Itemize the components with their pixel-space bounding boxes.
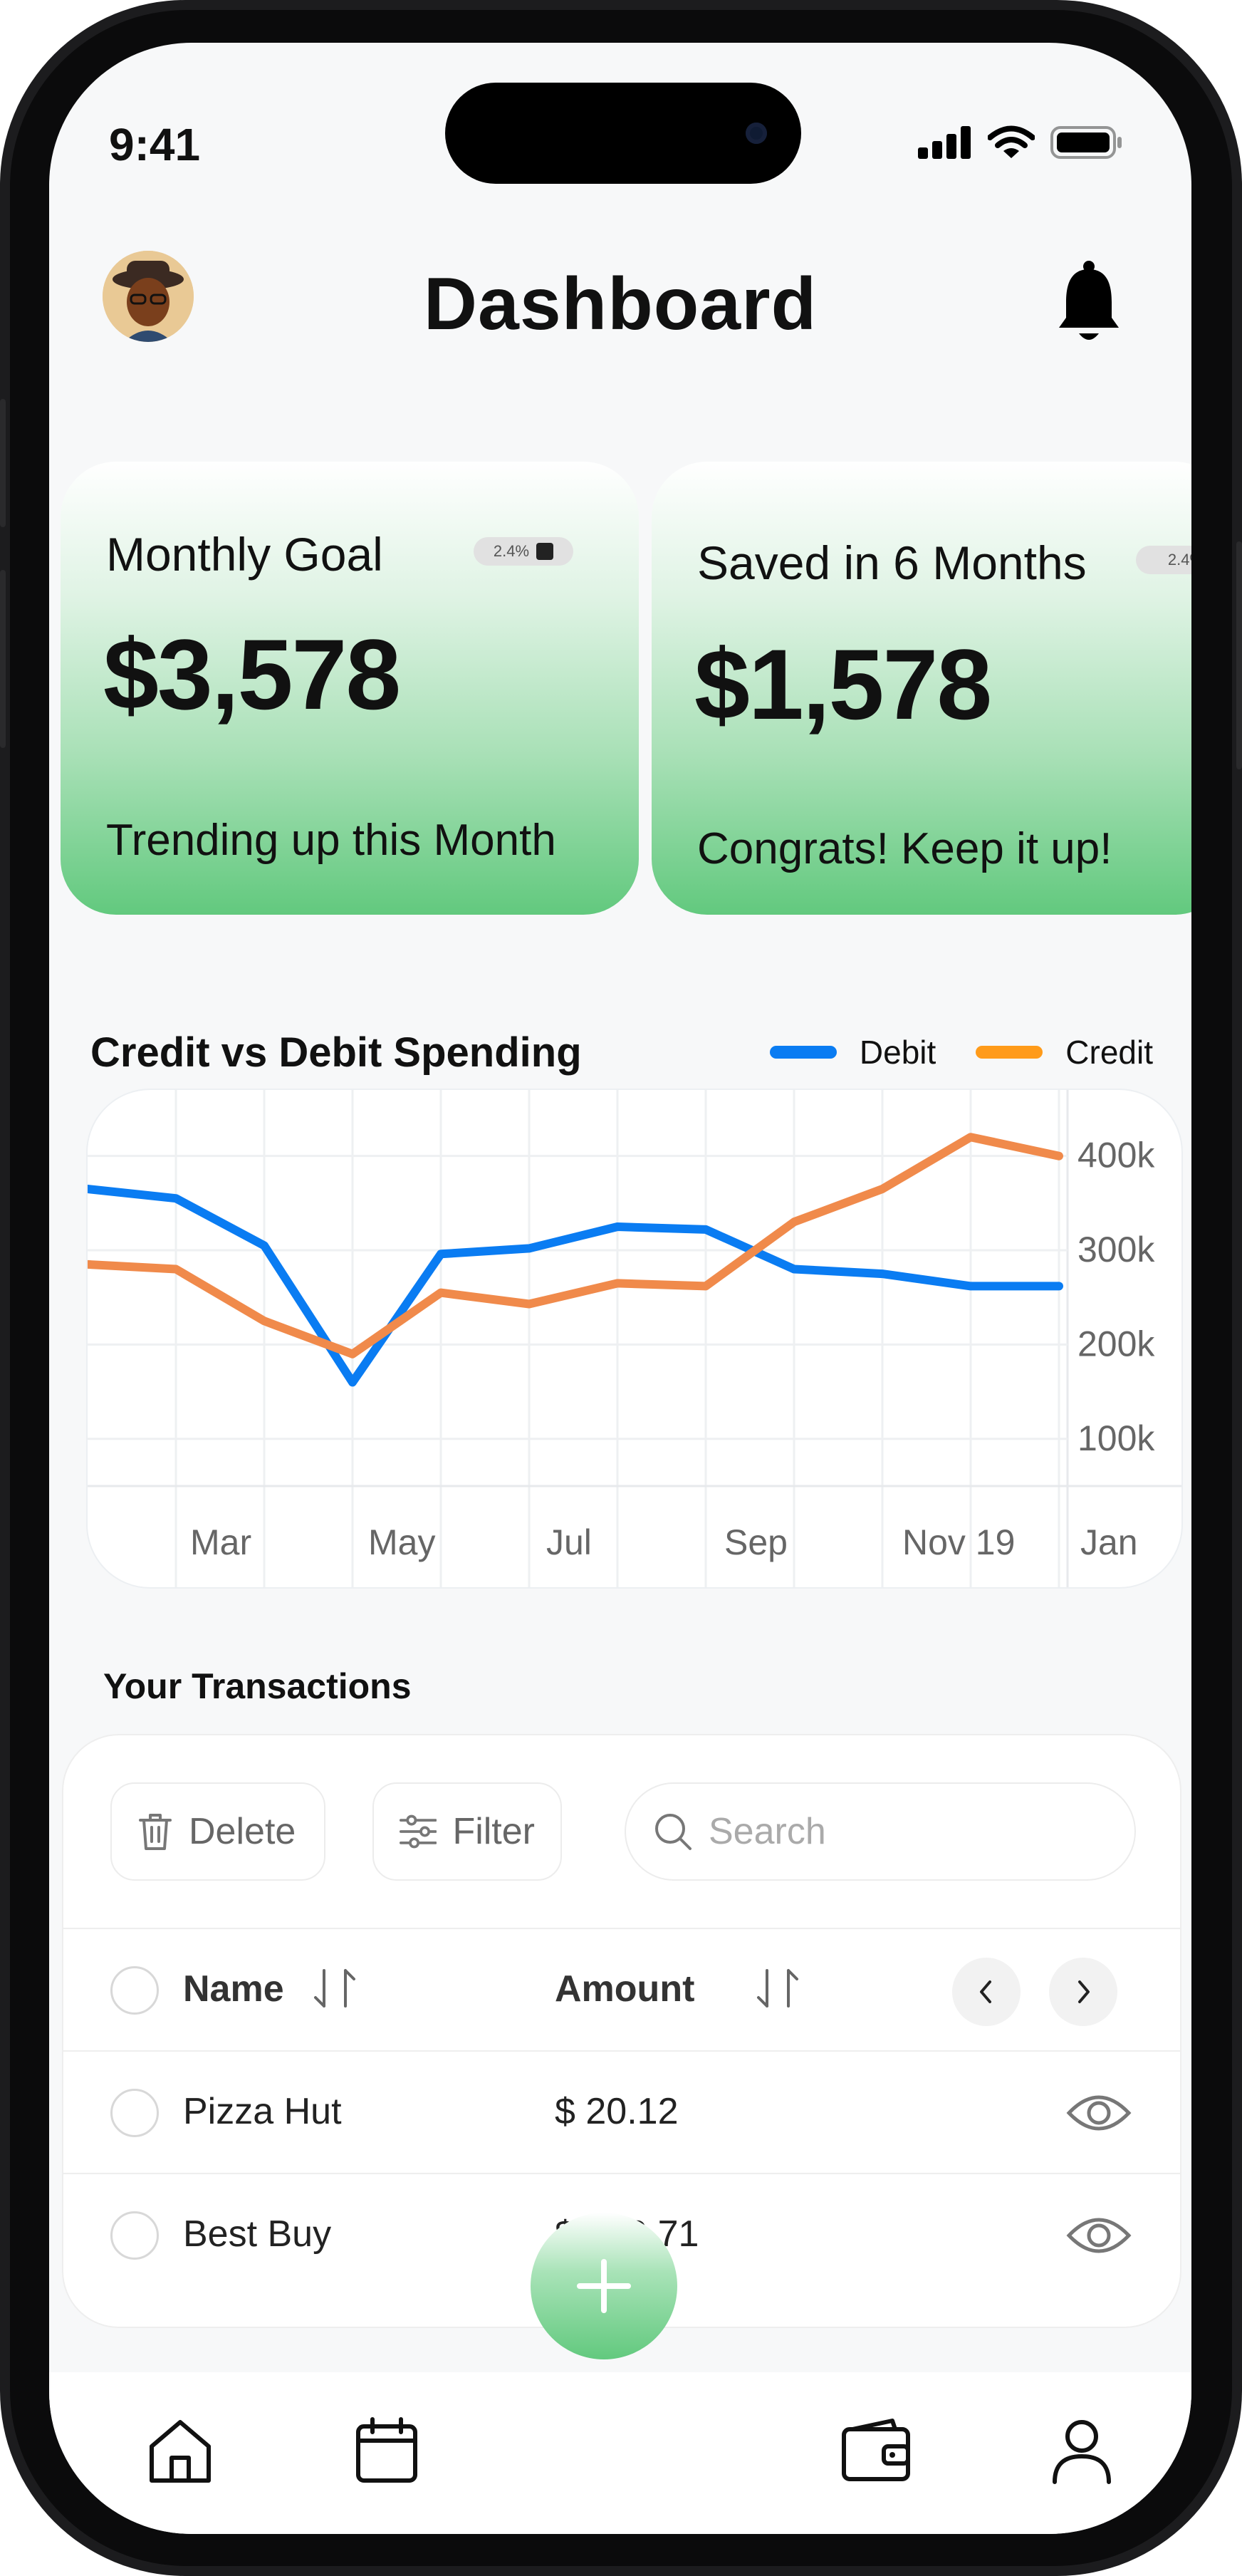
trend-up-icon xyxy=(536,543,554,560)
trash-icon xyxy=(139,1814,172,1850)
status-icons xyxy=(918,125,1123,160)
chevron-left-icon xyxy=(980,1980,991,2003)
home-icon[interactable] xyxy=(145,2415,216,2486)
x-tick-label: Nov 19 xyxy=(902,1522,1015,1562)
y-tick-label: 400k xyxy=(1077,1136,1155,1175)
trend-badge-value: 2.4% xyxy=(493,542,530,560)
app-screen: 9:41 Dashboard Monthly Goal 2.4% $3,578 … xyxy=(49,43,1191,2534)
table-row[interactable]: Pizza Hut $ 20.12 xyxy=(63,2050,1180,2174)
search-placeholder: Search xyxy=(709,1811,826,1852)
cellular-signal-icon xyxy=(918,126,971,159)
eye-icon[interactable] xyxy=(1066,2084,1132,2141)
summary-cards: Monthly Goal 2.4% $3,578 Trending up thi… xyxy=(61,462,1191,915)
previous-page-button[interactable] xyxy=(952,1958,1021,2026)
transaction-amount: $ 20.12 xyxy=(555,2091,679,2132)
x-tick-label: Sep xyxy=(724,1522,788,1562)
legend-credit-label: Credit xyxy=(1065,1034,1153,1071)
sort-icon[interactable] xyxy=(756,1968,800,2009)
chevron-right-icon xyxy=(1078,1980,1090,2003)
trend-badge-value: 2.4% xyxy=(1167,551,1191,568)
row-checkbox[interactable] xyxy=(110,2089,159,2137)
user-icon[interactable] xyxy=(1046,2415,1117,2486)
y-tick-label: 200k xyxy=(1077,1324,1155,1364)
battery-icon xyxy=(1050,126,1122,159)
chart-legend: Debit Credit xyxy=(769,1033,1153,1071)
card-amount: $1,578 xyxy=(694,628,992,740)
delete-button[interactable]: Delete xyxy=(110,1782,325,1881)
dynamic-island xyxy=(445,83,801,184)
search-input[interactable]: Search xyxy=(625,1782,1136,1881)
line-chart: 400k 300k 200k 100k Mar May Jul Sep Nov 19 Jan xyxy=(86,1089,1183,1589)
wifi-icon xyxy=(988,125,1035,158)
add-transaction-button[interactable] xyxy=(531,2213,677,2359)
legend-debit-label: Debit xyxy=(859,1034,936,1071)
plus-icon xyxy=(577,2259,631,2313)
filter-sliders-icon xyxy=(400,1814,437,1849)
chart-canvas: 400k 300k 200k 100k Mar May Jul Sep Nov 19 Jan xyxy=(88,1090,1181,1587)
chart-title: Credit vs Debit Spending xyxy=(90,1029,582,1076)
card-subtitle: Trending up this Month xyxy=(106,816,556,865)
bottom-tab-bar xyxy=(49,2372,1191,2534)
delete-label: Delete xyxy=(189,1811,296,1852)
x-tick-label: Mar xyxy=(190,1522,251,1562)
x-tick-label: Jul xyxy=(546,1522,592,1562)
transaction-name: Pizza Hut xyxy=(183,2091,342,2132)
sort-icon[interactable] xyxy=(313,1968,357,2009)
transaction-name: Best Buy xyxy=(183,2213,332,2255)
phone-power-button xyxy=(1236,541,1242,769)
series-line-credit xyxy=(88,1133,1063,1359)
wallet-icon[interactable] xyxy=(838,2415,915,2486)
phone-volume-button xyxy=(0,570,6,748)
camera-icon xyxy=(746,123,767,144)
page-title: Dashboard xyxy=(423,263,818,346)
row-checkbox[interactable] xyxy=(110,2211,159,2260)
card-amount: $3,578 xyxy=(103,618,401,730)
monthly-goal-card[interactable]: Monthly Goal 2.4% $3,578 Trending up thi… xyxy=(61,462,639,915)
bell-icon[interactable] xyxy=(1055,259,1123,345)
next-page-button[interactable] xyxy=(1049,1958,1117,2026)
x-tick-label: Jan xyxy=(1080,1522,1138,1562)
trend-badge: 2.4% xyxy=(474,537,573,566)
app-header: Dashboard xyxy=(49,221,1191,392)
column-header-name[interactable]: Name xyxy=(183,1968,284,2010)
card-title: Monthly Goal xyxy=(106,528,383,581)
y-tick-label: 300k xyxy=(1077,1230,1155,1269)
calendar-icon[interactable] xyxy=(351,2415,422,2486)
eye-icon[interactable] xyxy=(1066,2207,1132,2264)
y-tick-label: 100k xyxy=(1077,1418,1155,1458)
legend-debit-swatch xyxy=(769,1046,837,1059)
phone-side-button xyxy=(0,399,6,527)
status-time: 9:41 xyxy=(109,119,201,170)
saved-card[interactable]: Saved in 6 Months 2.4% $1,578 Congrats! … xyxy=(652,462,1191,915)
card-title: Saved in 6 Months xyxy=(697,536,1087,589)
filter-label: Filter xyxy=(452,1811,535,1852)
filter-button[interactable]: Filter xyxy=(372,1782,562,1881)
series-line-debit xyxy=(88,1185,1063,1387)
search-icon xyxy=(655,1814,692,1850)
transactions-title: Your Transactions xyxy=(103,1666,412,1706)
select-all-checkbox[interactable] xyxy=(110,1966,159,2015)
legend-credit-swatch xyxy=(976,1046,1043,1059)
x-tick-label: May xyxy=(368,1522,435,1562)
card-subtitle: Congrats! Keep it up! xyxy=(697,824,1112,873)
column-header-amount[interactable]: Amount xyxy=(555,1968,694,2010)
trend-badge: 2.4% xyxy=(1136,546,1191,574)
table-header-row: Name Amount xyxy=(63,1928,1180,2052)
